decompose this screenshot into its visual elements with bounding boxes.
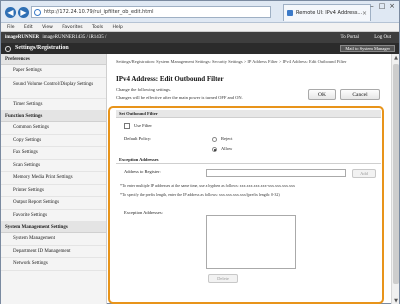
sidebar: Preferences Paper Settings Sound Volume … — [1, 54, 107, 304]
delete-button[interactable]: Delete — [208, 274, 238, 283]
minimize-button[interactable]: – — [367, 2, 377, 10]
tab-title: Remote UI: IPv4 Address... — [296, 10, 363, 16]
sidebar-group-system-management: System Management Settings — [1, 222, 106, 233]
sidebar-item-department-id[interactable]: Department ID Management — [1, 246, 106, 258]
menu-view[interactable]: View — [42, 25, 53, 30]
menu-bar: File Edit View Favorites Tools Help — [1, 23, 399, 32]
hyphen-note: *To enter multiple IP addresses at the s… — [120, 183, 295, 188]
section-title: Settings/Registration — [15, 45, 69, 51]
address-input-field[interactable] — [206, 169, 346, 177]
menu-help[interactable]: Help — [113, 25, 123, 30]
device-name: imageRUNNER1435 / iR1435 / — [42, 35, 107, 40]
reject-label: Reject — [221, 136, 233, 141]
close-window-button[interactable]: × — [387, 2, 397, 10]
default-policy-label: Default Policy: — [124, 136, 152, 141]
vertical-scrollbar[interactable]: ▲ ▼ — [391, 54, 399, 304]
browser-window: ◀ ▶ http://172.24.10.79/rui_ipfilter_ob_… — [0, 0, 400, 304]
page-title: IPv4 Address: Edit Outbound Filter — [116, 75, 224, 83]
sidebar-group-preferences: Preferences — [1, 54, 106, 65]
sidebar-item-timer-settings[interactable]: Timer Settings — [1, 99, 106, 111]
window-controls: – □ × — [367, 2, 397, 10]
address-to-register-label: Address to Register: — [124, 169, 161, 174]
app-header: imageRUNNER imageRUNNER1435 / iR1435 / T… — [1, 32, 399, 43]
page-icon — [287, 10, 293, 16]
exception-addresses-heading: Exception Addresses — [116, 157, 381, 164]
sidebar-item-common-settings[interactable]: Common Settings — [1, 122, 106, 135]
sidebar-item-memory-media[interactable]: Memory Media Print Settings — [1, 172, 106, 185]
to-portal-link[interactable]: To Portal — [341, 35, 359, 40]
scroll-down-icon[interactable]: ▼ — [392, 297, 400, 304]
menu-favorites[interactable]: Favorites — [62, 25, 82, 30]
allow-radio[interactable] — [212, 147, 217, 152]
browser-tab[interactable]: Remote UI: IPv4 Address... × — [283, 4, 371, 21]
sidebar-item-system-management[interactable]: System Management — [1, 233, 106, 246]
use-filter-checkbox[interactable] — [124, 123, 130, 129]
address-bar-area: ◀ ▶ http://172.24.10.79/rui_ipfilter_ob_… — [1, 1, 399, 23]
back-button[interactable]: ◀ — [5, 7, 16, 18]
main-content: Settings/Registration: System Management… — [108, 54, 391, 304]
scroll-thumb[interactable] — [393, 64, 399, 284]
globe-icon — [34, 9, 41, 16]
exception-addresses-list[interactable] — [206, 215, 296, 269]
use-filter-label: Use Filter — [134, 123, 152, 128]
ok-button[interactable]: OK — [308, 89, 336, 100]
tab-close-icon[interactable]: × — [362, 10, 367, 17]
address-input[interactable]: http://172.24.10.79/rui_ipfilter_ob_edit… — [31, 6, 271, 18]
section-header-outbound: Set Outbound Filter — [116, 110, 381, 118]
breadcrumb: Settings/Registration: System Management… — [116, 59, 347, 64]
reject-radio[interactable] — [212, 137, 217, 142]
sidebar-group-function: Function Settings — [1, 111, 106, 122]
sidebar-item-fax-settings[interactable]: Fax Settings — [1, 147, 106, 160]
sidebar-item-network-settings[interactable]: Network Settings — [1, 258, 106, 271]
sidebar-item-sound-volume[interactable]: Sound Volume Control/Display Settings — [1, 78, 106, 99]
settings-icon — [5, 46, 11, 52]
cancel-button[interactable]: Cancel — [340, 89, 380, 100]
brand-logo: imageRUNNER — [5, 35, 40, 40]
address-text: http://172.24.10.79/rui_ipfilter_ob_edit… — [44, 9, 154, 15]
section-header: Settings/Registration Mail to System Man… — [1, 43, 399, 54]
scroll-up-icon[interactable]: ▲ — [392, 54, 400, 62]
sidebar-item-paper-settings[interactable]: Paper Settings — [1, 65, 106, 78]
menu-tools[interactable]: Tools — [92, 25, 103, 30]
prefix-note: *To specify the prefix length, enter the… — [120, 192, 280, 197]
maximize-button[interactable]: □ — [377, 2, 387, 10]
sidebar-item-scan-settings[interactable]: Scan Settings — [1, 160, 106, 172]
menu-edit[interactable]: Edit — [24, 25, 33, 30]
sidebar-item-printer-settings[interactable]: Printer Settings — [1, 185, 106, 197]
sidebar-item-favorite-settings[interactable]: Favorite Settings — [1, 210, 106, 222]
exception-list-label: Exception Addresses: — [124, 210, 163, 215]
sidebar-item-copy-settings[interactable]: Copy Settings — [1, 135, 106, 147]
change-hint: Change the following settings. — [116, 87, 171, 92]
allow-label: Allow — [221, 146, 233, 151]
menu-file[interactable]: File — [7, 25, 15, 30]
forward-button[interactable]: ▶ — [18, 7, 29, 18]
effect-hint: Changes will be effective after the main… — [116, 95, 243, 100]
add-button[interactable]: Add — [352, 169, 376, 178]
mail-to-admin-button[interactable]: Mail to System Manager — [340, 45, 395, 52]
logout-link[interactable]: Log Out — [374, 35, 391, 40]
sidebar-item-output-report[interactable]: Output Report Settings — [1, 197, 106, 210]
